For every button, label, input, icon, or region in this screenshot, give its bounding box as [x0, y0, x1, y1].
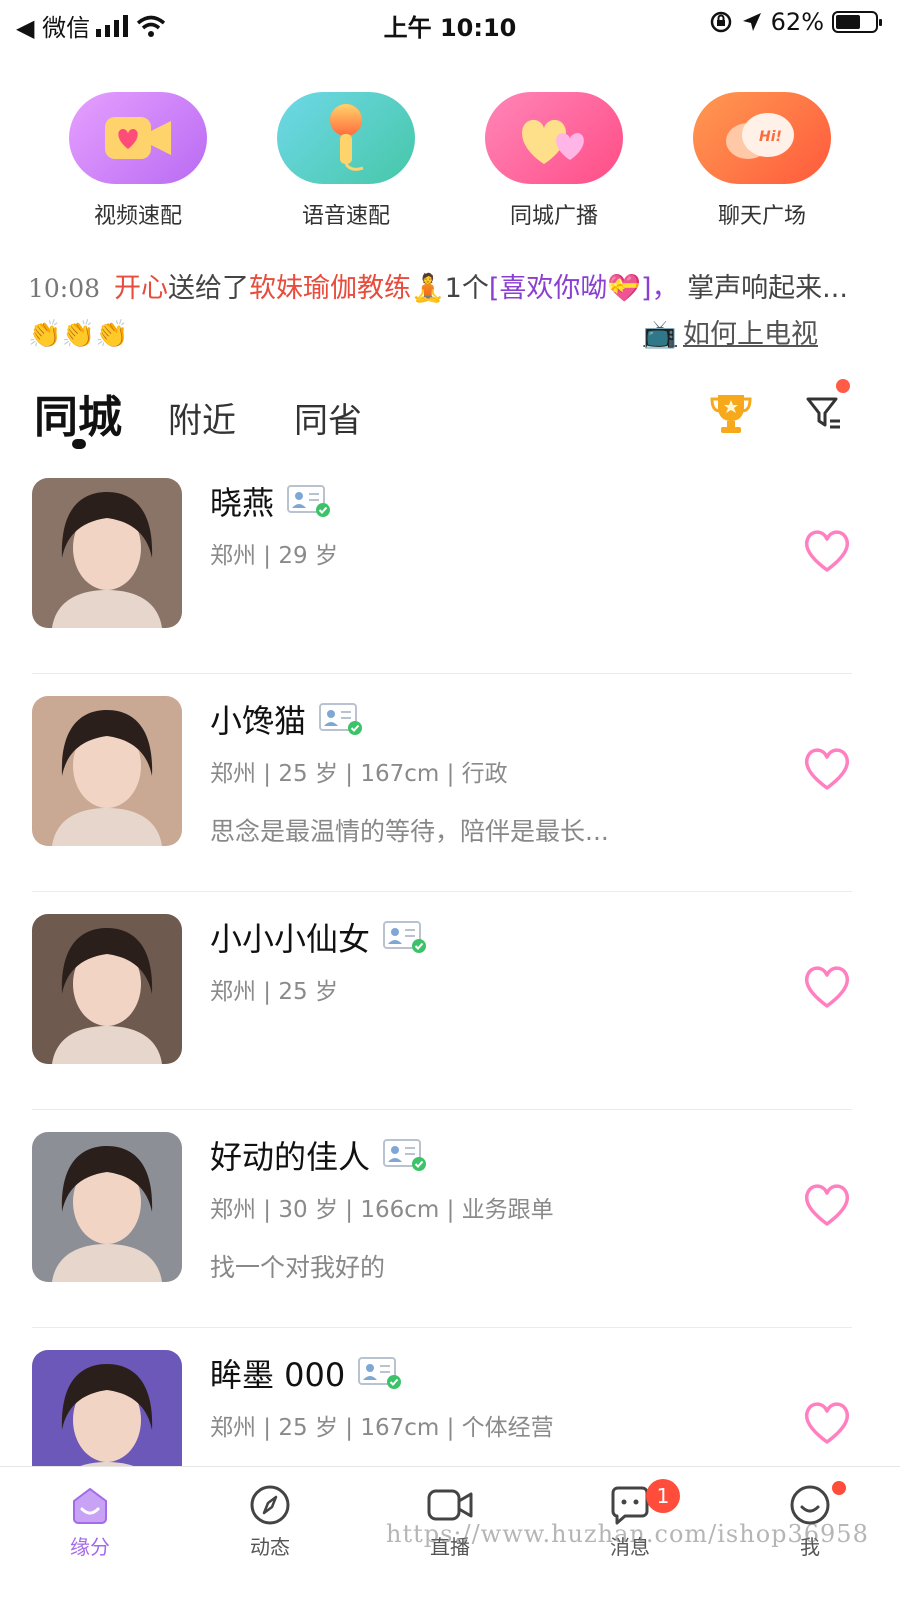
ticker-tail: 掌声响起来...	[687, 273, 848, 304]
quick-action-voice-match[interactable]: 语音速配	[266, 92, 426, 230]
ticker-gift: [喜欢你呦	[488, 273, 608, 304]
verified-id-card-icon	[358, 1357, 402, 1389]
location-tabs: 同城 附近 同省	[34, 379, 864, 455]
ticker-gift-close: ]，	[641, 273, 679, 304]
list-item[interactable]: 小馋猫郑州 | 25 岁 | 167cm | 行政思念是最温情的等待，陪伴是最长…	[32, 696, 852, 892]
verified-id-card-icon	[287, 485, 331, 517]
ticker-time: 10:08	[28, 274, 101, 303]
quick-action-label: 视频速配	[93, 204, 182, 229]
nav-label: 动态	[250, 1535, 290, 1559]
list-item[interactable]: 晓燕郑州 | 29 岁	[32, 478, 852, 674]
wifi-icon	[136, 15, 166, 37]
user-info: 郑州 | 25 岁	[210, 979, 338, 1005]
ticker-receiver[interactable]: 软妹瑜伽教练	[249, 273, 411, 304]
tab-nearby[interactable]: 附近	[168, 393, 236, 442]
user-name: 眸墨 000	[210, 1356, 346, 1394]
quick-action-label: 聊天广场	[717, 204, 806, 229]
ticker-sender[interactable]: 开心	[114, 273, 168, 304]
verified-id-card-icon	[383, 921, 427, 953]
verified-id-card-icon	[319, 703, 363, 735]
profile-notification-dot	[832, 1481, 846, 1495]
like-heart-icon[interactable]	[802, 528, 852, 578]
tab-same-province[interactable]: 同省	[294, 393, 362, 442]
list-item[interactable]: 好动的佳人郑州 | 30 岁 | 166cm | 业务跟单 找一个对我好的	[32, 1132, 852, 1328]
like-heart-icon[interactable]	[802, 964, 852, 1014]
user-list: 晓燕郑州 | 29 岁小馋猫郑州 | 25 岁 | 167cm | 行政思念是最…	[32, 478, 852, 1546]
name-line: 小小小仙女	[210, 914, 428, 960]
battery-percent: 62%	[770, 8, 824, 36]
quick-action-chat-square[interactable]: Hi! 聊天广场	[682, 92, 842, 230]
quick-actions: 视频速配 语音速配 同城广播 Hi! 聊天广场	[0, 92, 900, 230]
like-heart-icon[interactable]	[802, 1400, 852, 1450]
avatar[interactable]	[32, 696, 182, 846]
rotation-lock-icon	[710, 11, 731, 33]
nav-label: 缘分	[70, 1535, 110, 1559]
filter-icon[interactable]	[804, 379, 850, 437]
nav-item-moments[interactable]: 动态	[180, 1467, 360, 1600]
status-bar: ◀ 微信 上午 10:10 62%	[0, 0, 900, 44]
tv-icon: 📺	[643, 319, 677, 350]
avatar[interactable]	[32, 1132, 182, 1282]
list-item[interactable]: 小小小仙女郑州 | 25 岁	[32, 914, 852, 1110]
user-info: 郑州 | 25 岁 | 167cm | 行政	[210, 761, 508, 787]
battery-icon	[832, 11, 882, 33]
quick-action-label: 语音速配	[301, 204, 390, 229]
active-tab-indicator	[72, 439, 86, 449]
user-name: 小馋猫	[210, 702, 307, 740]
nav-item-fate[interactable]: 缘分	[0, 1467, 180, 1600]
clapping-icon: 👏👏👏	[28, 319, 129, 350]
quick-action-city-broadcast[interactable]: 同城广播	[474, 92, 634, 230]
user-name: 晓燕	[210, 484, 275, 522]
trophy-icon[interactable]	[708, 391, 754, 439]
hearts-icon	[485, 92, 623, 184]
signal-icon	[96, 14, 129, 37]
name-line: 小馋猫	[210, 696, 364, 742]
video-heart-icon	[69, 92, 207, 184]
user-info: 郑州 | 25 岁 | 167cm | 个体经营	[210, 1415, 554, 1441]
user-bio: 找一个对我好的	[210, 1253, 386, 1282]
yoga-emoji-icon: 🧘	[411, 273, 445, 304]
user-name: 好动的佳人	[210, 1138, 371, 1176]
home-icon	[73, 1487, 107, 1524]
svg-text:Hi!: Hi!	[759, 129, 782, 145]
ticker-verb: 送给了	[168, 273, 250, 304]
microphone-icon	[277, 92, 415, 184]
quick-action-label: 同城广播	[509, 204, 598, 229]
name-line: 眸墨 000	[210, 1350, 403, 1396]
watermark: https://www.huzhan.com/ishop36958	[386, 1520, 869, 1548]
tab-same-city[interactable]: 同城	[34, 381, 122, 445]
tv-link-label: 如何上电视	[683, 319, 818, 350]
user-info: 郑州 | 30 岁 | 166cm | 业务跟单	[210, 1197, 554, 1223]
message-count-badge: 1	[646, 1479, 680, 1513]
filter-notification-dot	[836, 379, 850, 393]
how-to-get-on-tv-link[interactable]: 📺 如何上电视	[643, 312, 818, 358]
like-heart-icon[interactable]	[802, 1182, 852, 1232]
name-line: 好动的佳人	[210, 1132, 428, 1178]
chat-bubbles-icon: Hi!	[693, 92, 831, 184]
name-line: 晓燕	[210, 478, 332, 524]
avatar[interactable]	[32, 478, 182, 628]
user-bio: 思念是最温情的等待，陪伴是最长...	[210, 817, 609, 846]
gift-sticker-icon: 💝	[607, 273, 642, 304]
avatar[interactable]	[32, 914, 182, 1064]
verified-id-card-icon	[383, 1139, 427, 1171]
compass-icon	[250, 1485, 290, 1525]
gift-ticker: 10:08 开心送给了软妹瑜伽教练🧘1个[喜欢你呦💝]， 掌声响起来...👏👏👏 …	[28, 266, 872, 358]
user-name: 小小小仙女	[210, 920, 371, 958]
like-heart-icon[interactable]	[802, 746, 852, 796]
back-to-wechat-link[interactable]: ◀ 微信	[16, 8, 90, 43]
ticker-count: 1个	[444, 273, 489, 304]
location-arrow-icon	[742, 13, 761, 31]
user-info: 郑州 | 29 岁	[210, 543, 338, 569]
quick-action-video-match[interactable]: 视频速配	[58, 92, 218, 230]
